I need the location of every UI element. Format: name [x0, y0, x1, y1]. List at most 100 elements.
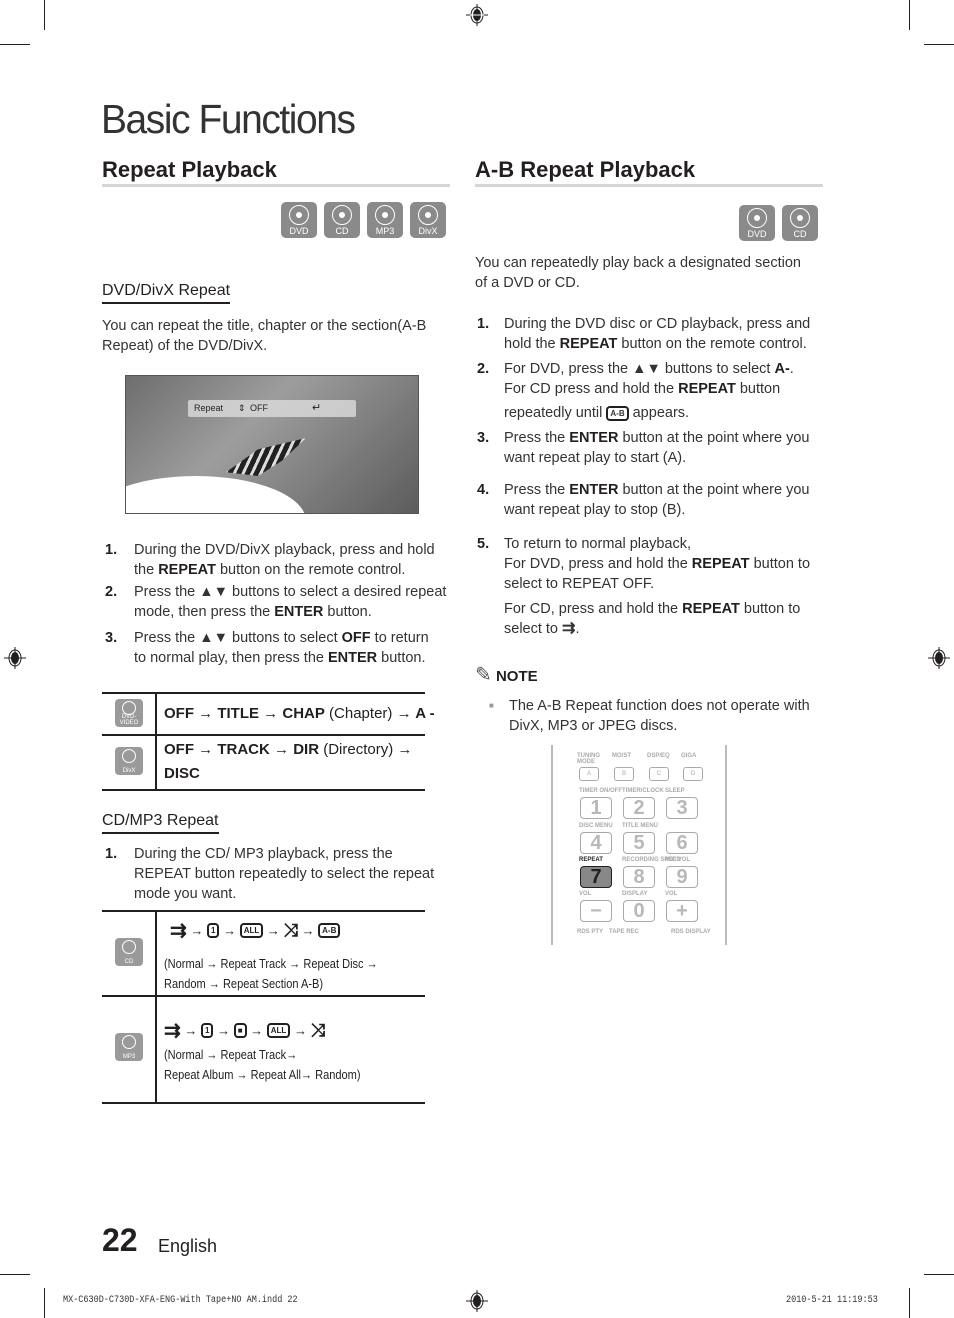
remote-control-illustration: TUNING MODE MO/ST DSP/EQ GIGA A B C D TIMER ON/O…: [551, 745, 727, 945]
disc-icon-cd: CD: [115, 938, 143, 966]
remote-key-b[interactable]: B: [614, 767, 634, 781]
mode-text: OFF: [164, 741, 194, 758]
table-divider: [155, 692, 157, 790]
osd-value: OFF: [250, 403, 268, 413]
remote-label: RDS PTY: [577, 929, 604, 935]
crop-mark: [0, 1274, 30, 1275]
repeat-all-icon: ALL: [266, 1023, 291, 1038]
mode-text: (Directory): [319, 741, 398, 758]
ab-step-5: 5. To return to normal playback, For DVD…: [477, 536, 811, 638]
remote-key-c[interactable]: C: [649, 767, 669, 781]
remote-label: TIMER ON/OFF: [579, 788, 622, 794]
remote-key-2[interactable]: 0: [623, 900, 655, 922]
disc-icon-dvd-video: DVD-VIDEO: [115, 699, 143, 727]
normal-play-icon: ⇉: [164, 1020, 181, 1042]
remote-label: MIC VOL: [665, 857, 690, 863]
repeat-ab-icon: A-B: [318, 923, 341, 938]
mp3-mode-description: (Normal → Repeat Track→ Repeat Album → Re…: [164, 1047, 361, 1082]
remote-label: TAPE REC: [609, 929, 639, 935]
cd-mode-icons: ⇉ → 1 → ALL → ⤨ → A-B: [170, 918, 341, 943]
arrow-icon: →: [186, 923, 207, 938]
crop-mark: [909, 0, 910, 30]
remote-label: DISC MENU: [579, 823, 613, 829]
step-2: 2. Press the ▲▼ buttons to select a desi…: [105, 584, 447, 620]
subtitle-cd-mp3-repeat: CD/MP3 Repeat: [102, 812, 219, 834]
page-title: Basic Functions: [101, 96, 356, 142]
disc-icon-dvd: DVD: [281, 202, 317, 238]
remote-key-1[interactable]: −: [580, 900, 612, 922]
ab-intro-text: You can repeatedly play back a designate…: [475, 255, 801, 291]
registration-mark-icon: [928, 647, 950, 669]
arrow-icon: →: [297, 923, 319, 938]
mode-text: →: [259, 705, 283, 722]
disc-icon-divx: DivX: [115, 747, 143, 775]
remote-label: VOL: [665, 891, 678, 897]
mode-text: →: [269, 741, 294, 758]
registration-mark-icon: [466, 4, 488, 26]
arrow-icon: →: [180, 1023, 201, 1038]
step-1: 1. During the DVD/DivX playback, press a…: [105, 542, 435, 578]
remote-label: RDS DISPLAY: [671, 929, 711, 935]
remote-key-3[interactable]: 3: [666, 797, 698, 819]
up-down-arrows-icon: ⇕: [238, 403, 246, 413]
note-item: ■ The A-B Repeat function does not opera…: [489, 698, 810, 734]
enter-icon: ↵: [312, 402, 322, 414]
remote-key-2[interactable]: 5: [623, 832, 655, 854]
remote-label: TUNING MODE: [577, 753, 600, 765]
remote-key-3[interactable]: +: [666, 900, 698, 922]
remote-key-3[interactable]: 9: [666, 866, 698, 888]
remote-label: DSP/EQ: [647, 753, 670, 759]
remote-key-2[interactable]: 2: [623, 797, 655, 819]
remote-key-1[interactable]: 4: [580, 832, 612, 854]
remote-key-a[interactable]: A: [579, 767, 599, 781]
remote-key-1[interactable]: 7: [580, 866, 612, 888]
mode-text: →: [397, 741, 413, 758]
table-rule: [102, 734, 425, 736]
remote-label: MO/ST: [612, 753, 631, 759]
disc-icon-divx: DivX: [410, 202, 446, 238]
registration-mark-icon: [466, 1290, 488, 1312]
osd-repeat-bar: Repeat ⇕ OFF ↵: [188, 400, 356, 417]
table-rule: [102, 910, 425, 912]
normal-play-icon: ⇉: [170, 920, 187, 942]
crop-mark: [0, 44, 30, 45]
mode-text: →: [194, 741, 218, 758]
table-row-divx-modes: OFF → TRACK → DIR (Directory) → DISC: [164, 741, 413, 782]
remote-label: REPEAT: [579, 857, 603, 863]
remote-key-1[interactable]: 1: [580, 797, 612, 819]
repeat-ab-icon: A-B: [606, 405, 629, 421]
remote-label: SLEEP: [665, 788, 685, 794]
mode-text: CHAP: [282, 705, 325, 722]
remote-label: TIMER/CLOCK: [622, 788, 664, 794]
repeat-album-icon: ■: [233, 1023, 247, 1038]
repeat-track-icon: 1: [201, 1023, 214, 1038]
cd-mode-description: (Normal → Repeat Track → Repeat Disc → Ra…: [164, 956, 378, 991]
section-title-ab-repeat: A-B Repeat Playback: [475, 157, 696, 182]
remote-key-d[interactable]: D: [683, 767, 703, 781]
remote-label: GIGA: [681, 753, 697, 759]
remote-key-3[interactable]: 6: [666, 832, 698, 854]
mode-text: OFF: [164, 705, 194, 722]
crop-mark: [924, 44, 954, 45]
table-rule: [102, 789, 425, 791]
disc-icon-cd: CD: [782, 205, 818, 241]
section-rule: [102, 184, 450, 187]
arrow-icon: →: [246, 1023, 267, 1038]
ab-step-4: 4. Press the ENTER button at the point w…: [477, 482, 810, 518]
cd-step-1: 1. During the CD/ MP3 playback, press th…: [105, 846, 435, 902]
remote-label: VOL: [579, 891, 592, 897]
table-rule: [102, 995, 425, 997]
disc-icon-mp3: MP3: [115, 1033, 143, 1061]
page-language: English: [158, 1236, 218, 1256]
section-rule: [475, 184, 823, 187]
remote-key-2[interactable]: 8: [623, 866, 655, 888]
mode-text: →: [194, 705, 218, 722]
pencil-icon: ✎: [475, 664, 492, 686]
arrow-icon: →: [213, 1023, 234, 1038]
mode-text: TRACK: [217, 741, 270, 758]
disc-icon-cd: CD: [324, 202, 360, 238]
page-number: 22: [102, 1222, 138, 1258]
table-divider: [155, 910, 157, 1103]
crop-mark: [924, 1274, 954, 1275]
mode-text: (Chapter): [324, 705, 397, 722]
